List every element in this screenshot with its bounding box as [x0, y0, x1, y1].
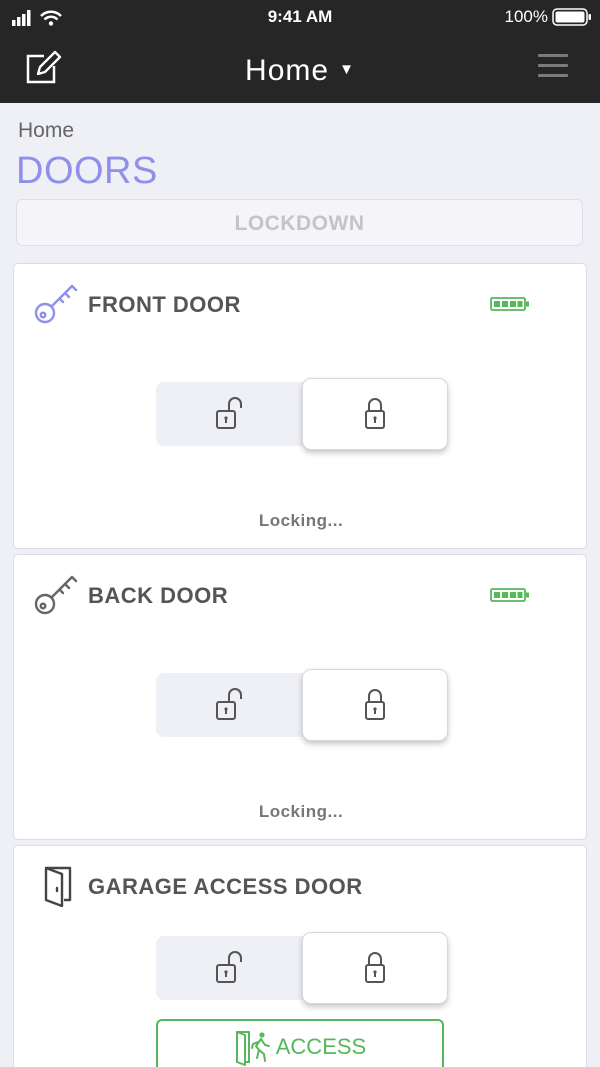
door-card-garage: GARAGE ACCESS DOOR ACCESS	[13, 845, 587, 1067]
status-battery-percent: 100%	[504, 7, 548, 26]
status-battery-icon	[552, 8, 591, 26]
unlock-button[interactable]	[156, 673, 302, 737]
door-card-back: BACK DOOR Locking...	[13, 554, 587, 840]
lock-toggle	[156, 932, 448, 1004]
status-bar: 9:41 AM 100%	[0, 0, 600, 34]
door-exit-icon	[235, 1031, 270, 1066]
door-status: Locking...	[258, 802, 344, 821]
hamburger-menu-icon[interactable]	[538, 54, 568, 78]
key-icon	[34, 575, 78, 615]
locked-padlock-icon	[365, 689, 385, 720]
unlock-button[interactable]	[156, 936, 302, 1000]
lock-toggle	[156, 669, 448, 741]
door-name: GARAGE ACCESS DOOR	[88, 874, 363, 899]
door-card-front: FRONT DOOR Locking...	[13, 263, 587, 549]
nav-title-text: Home	[245, 54, 330, 87]
locked-padlock-icon	[365, 398, 385, 429]
lockdown-button[interactable]: LOCKDOWN	[16, 199, 583, 246]
nav-bar: Home ▼	[0, 34, 600, 103]
battery-icon	[490, 588, 529, 602]
page-title: DOORS	[16, 150, 158, 192]
door-name: FRONT DOOR	[88, 292, 241, 317]
unlocked-padlock-icon	[216, 688, 242, 720]
door-status: Locking...	[258, 511, 344, 530]
battery-icon	[490, 297, 529, 311]
key-icon	[34, 284, 78, 324]
access-label: ACCESS	[275, 1034, 367, 1059]
lock-button[interactable]	[302, 378, 448, 450]
breadcrumb[interactable]: Home	[18, 119, 74, 143]
lock-button[interactable]	[302, 932, 448, 1004]
door-icon	[44, 866, 72, 908]
access-button[interactable]: ACCESS	[156, 1019, 444, 1067]
locked-padlock-icon	[365, 952, 385, 983]
lock-toggle	[156, 378, 448, 450]
door-name: BACK DOOR	[88, 583, 229, 608]
unlocked-padlock-icon	[216, 397, 242, 429]
nav-title-dropdown[interactable]: Home ▼	[0, 54, 600, 88]
unlock-button[interactable]	[156, 382, 302, 446]
caret-down-icon: ▼	[339, 61, 355, 78]
unlocked-padlock-icon	[216, 951, 242, 983]
lock-button[interactable]	[302, 669, 448, 741]
